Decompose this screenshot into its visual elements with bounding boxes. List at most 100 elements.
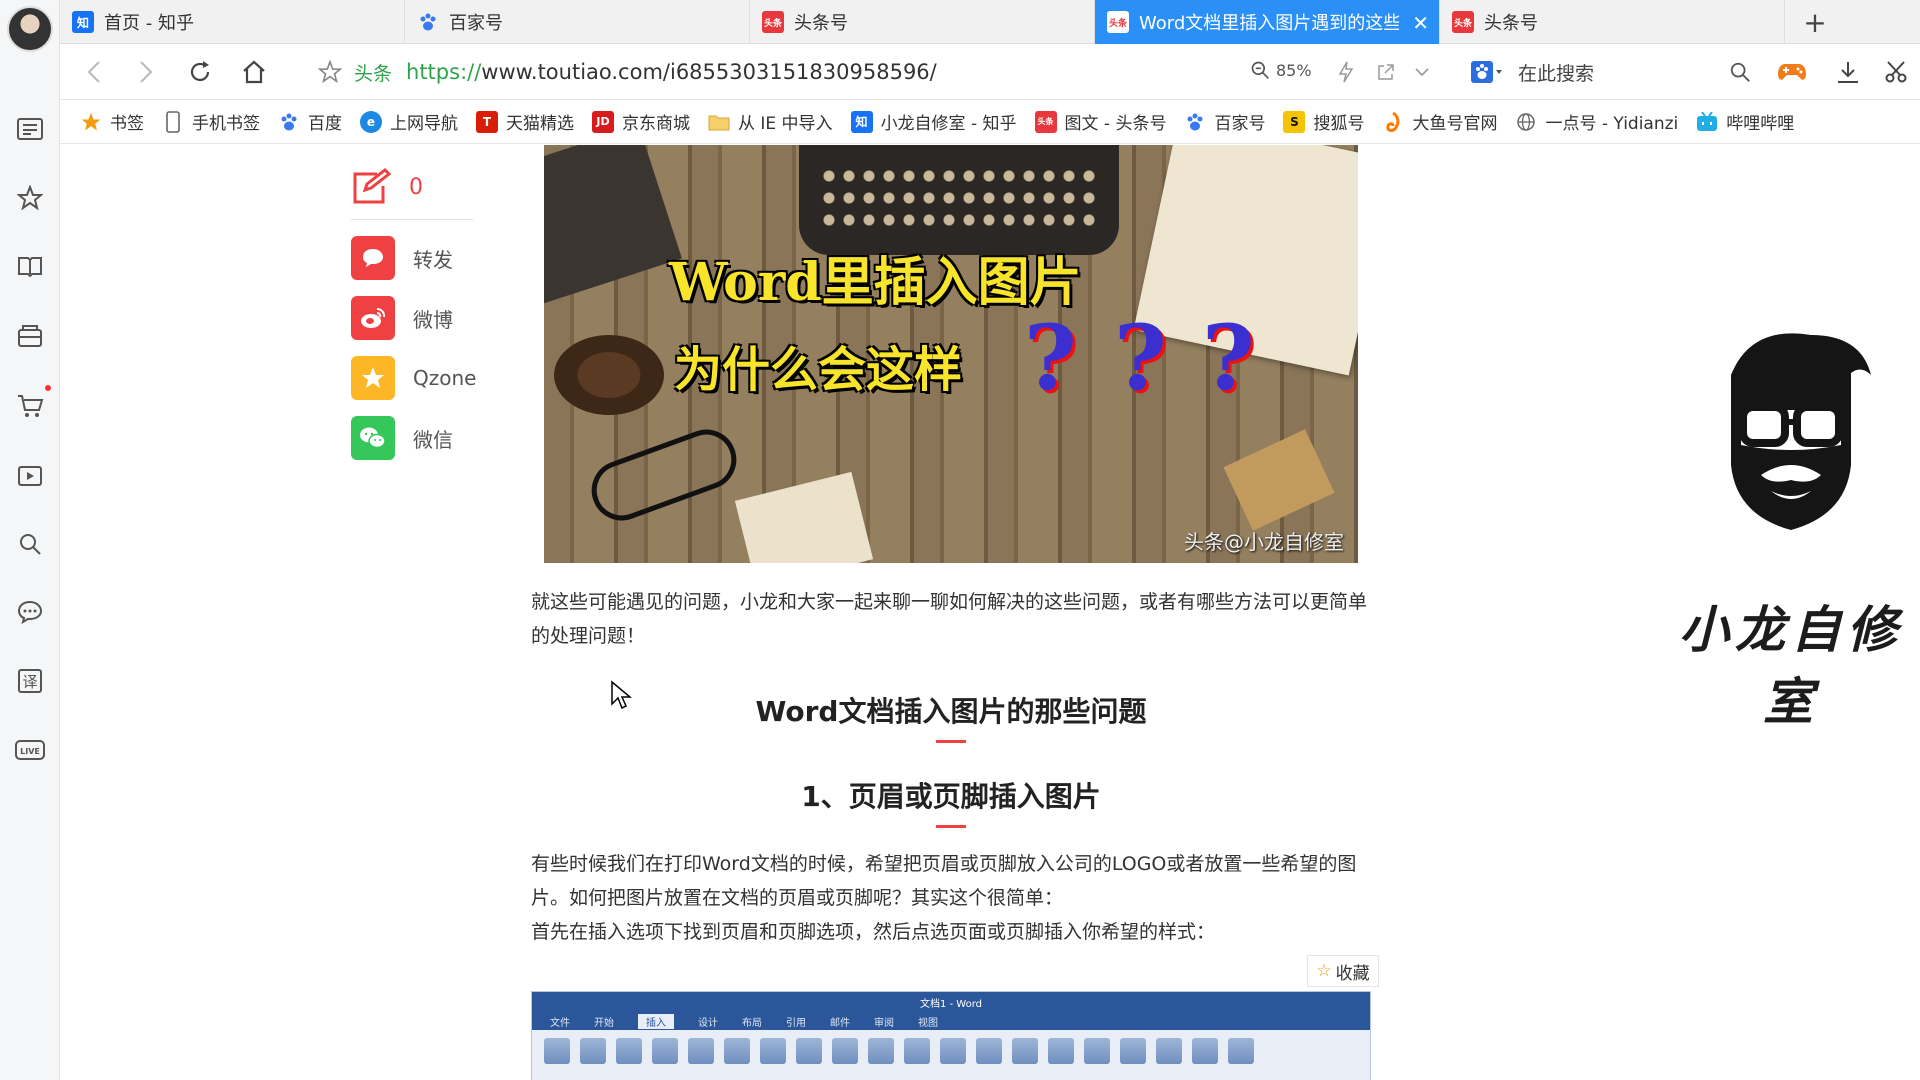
article-hero-image: Word里插入图片 为什么会这样 ? ? ? 头条@小龙自修室 [544,145,1358,563]
phone-icon [162,110,184,133]
divider [351,219,473,220]
address-bar[interactable]: 头条 https://www.toutiao.com/i685530315183… [344,52,1544,92]
baidu-icon [278,111,300,133]
share-icon[interactable] [1370,56,1402,88]
translate-icon[interactable]: 译 [14,665,46,697]
page-content: 0 转发 微博 Qzone 微信 Word里插入图片 为什么会这样 ? ? ? … [61,145,1920,1080]
bookmark-item[interactable]: 书签 [80,109,144,134]
inbox-icon[interactable] [14,320,46,352]
share-wechat[interactable]: 微信 [351,408,541,468]
bookmark-item[interactable]: 从 IE 中导入 [708,109,833,134]
tab-zhihu-home[interactable]: 知 首页 - 知乎 [60,0,405,44]
hero-notebook [544,145,682,305]
url-text[interactable]: https://www.toutiao.com/i685530315183095… [406,60,937,84]
news-icon[interactable] [14,113,46,145]
game-controller-icon[interactable] [1776,56,1808,88]
toutiao-icon: 头条 [762,11,784,33]
forward-button[interactable] [130,56,162,88]
site-tag: 头条 [354,62,393,85]
share-weibo[interactable]: 微博 [351,288,541,348]
zoom-indicator[interactable]: 85% [1250,60,1312,80]
bookmark-item[interactable]: 哔哩哔哩 [1696,109,1794,134]
lightning-icon[interactable] [1330,56,1362,88]
baidu-search-engine-icon[interactable] [1470,60,1504,84]
bookmark-item[interactable]: 一点号 - Yidianzi [1515,109,1678,134]
svg-text:LIVE: LIVE [20,747,40,756]
shopping-cart-icon[interactable] [14,390,46,422]
share-label: 转发 [413,247,453,272]
back-button[interactable] [78,56,110,88]
share-panel: 0 转发 微博 Qzone 微信 [351,165,541,468]
notification-dot [45,385,51,391]
hero-question-mark: ? [1202,305,1255,411]
tab-label: 百家号 [449,13,503,34]
bookmark-item[interactable]: 大鱼号官网 [1382,109,1497,134]
article-paragraph: 有些时候我们在打印Word文档的时候，希望把页眉或页脚放入公司的LOGO或者放置… [531,853,1357,909]
article-heading: Word文档插入图片的那些问题 [531,690,1371,743]
share-qzone[interactable]: Qzone [351,348,541,408]
tab-baijiahao[interactable]: 百家号 [405,0,750,44]
search-icon[interactable] [1724,56,1756,88]
toutiao-icon: 头条 [1107,11,1129,33]
tab-strip: 知 首页 - 知乎 百家号 头条 头条号 头条 Word文档里插入图片遇到的这些… [60,0,1920,44]
hero-pinecone [554,335,664,415]
refresh-button[interactable] [184,56,216,88]
bookmark-item[interactable]: 百家号 [1184,109,1265,134]
share-label: 微博 [413,307,453,332]
home-button[interactable] [238,56,270,88]
repost-icon [351,236,395,280]
bookmark-item[interactable]: S 搜狐号 [1283,109,1364,134]
hero-glasses [583,421,745,529]
share-repost[interactable]: 转发 [351,228,541,288]
chat-bubble-icon[interactable] [14,596,46,628]
dayu-icon [1382,111,1404,133]
tab-label: 首页 - 知乎 [104,13,194,34]
zhihu-icon: 知 [850,110,873,133]
star-outline-icon: ☆ [1316,961,1332,981]
article-subheading: 1、页眉或页脚插入图片 [531,775,1371,828]
chevron-down-icon[interactable] [1406,56,1438,88]
bookmark-item[interactable]: 头条 图文 - 头条号 [1034,109,1166,134]
tab-label: 头条号 [794,13,848,34]
tab-word-article[interactable]: 头条 Word文档里插入图片遇到的这些 ✕ [1095,0,1440,44]
bookmark-item[interactable]: 手机书签 [162,109,260,134]
favorites-star-icon[interactable] [14,182,46,214]
hero-box [1223,429,1335,531]
author-logo[interactable]: 小龙自修室 [1661,315,1920,731]
video-icon[interactable] [14,460,46,492]
comment-button[interactable]: 0 [351,165,541,209]
weibo-icon [351,296,395,340]
heading-underline [936,740,966,743]
favorite-button[interactable]: ☆ 收藏 [1307,955,1379,987]
comment-edit-icon [353,168,392,204]
bookmark-item[interactable]: 百度 [278,109,342,134]
svg-text:译: 译 [22,673,37,691]
globe-icon [1515,111,1537,133]
scissors-icon[interactable] [1880,56,1912,88]
comment-count: 0 [409,174,423,200]
tab-label: Word文档里插入图片遇到的这些 [1139,13,1399,34]
navigation-bar: 头条 https://www.toutiao.com/i685530315183… [60,44,1920,100]
tab-toutiao[interactable]: 头条 头条号 [750,0,1095,44]
bookmark-item[interactable]: JD 京东商城 [592,109,690,134]
word-ribbon-tabs: 文件 开始 插入 设计 布局 引用 邮件 审阅 视图 [532,1012,1370,1030]
bookmark-item[interactable]: 知 小龙自修室 - 知乎 [850,109,1017,134]
hero-keys [819,165,1099,235]
new-tab-button[interactable]: + [1785,0,1845,44]
hero-title-line2: 为什么会这样 [674,342,963,398]
user-avatar[interactable] [7,6,53,52]
zhihu-icon: 知 [72,11,94,33]
download-icon[interactable] [1832,56,1864,88]
bookmark-item[interactable]: e 上网导航 [360,109,458,134]
bookmark-star-icon[interactable] [314,56,346,88]
hero-paper [734,471,874,563]
tab-toutiao-2[interactable]: 头条 头条号 [1440,0,1785,44]
side-rail: 译 LIVE [0,0,60,1080]
live-icon[interactable]: LIVE [14,734,46,766]
mouse-cursor-icon [610,680,633,714]
bookmark-item[interactable]: T 天猫精选 [476,109,574,134]
search-icon[interactable] [14,528,46,560]
reader-book-icon[interactable] [14,250,46,282]
search-placeholder: 在此搜索 [1518,62,1595,85]
close-tab-icon[interactable]: ✕ [1412,11,1429,35]
